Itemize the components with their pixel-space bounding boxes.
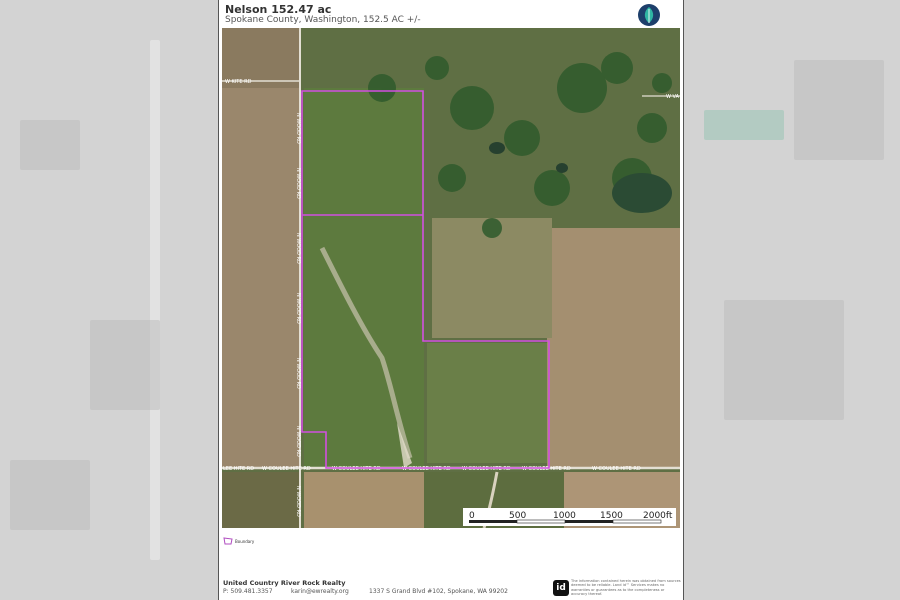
map-sheet: Nelson 152.47 ac Spokane County, Washing…: [218, 0, 684, 600]
aerial-map[interactable]: W KITE RD W VA N WOOD RD N WOOD RD N WOO…: [222, 28, 680, 528]
scale-label-500: 500: [509, 511, 526, 521]
background-right: [684, 0, 900, 600]
road-label-wood-3: N WOOD RD: [295, 233, 301, 264]
road-label-coulee-5: W COULEE HITE RD: [462, 466, 511, 472]
boundary-legend-icon: [223, 537, 233, 545]
road-label-coulee-3: W COULEE HITE RD: [332, 466, 381, 472]
road-label-coulee-1: LEE HITE RD: [223, 466, 254, 472]
road-label-coulee-4: W COULEE HITE RD: [402, 466, 451, 472]
road-label-coulee-7: W COULEE HITE RD: [592, 466, 641, 472]
road-label-coulee-2: W COULEE HITE RD: [262, 466, 311, 472]
landid-logo-icon: id: [553, 580, 569, 596]
phone-number[interactable]: P: 509.481.3357: [223, 588, 273, 595]
scale-label-1000: 1000: [553, 511, 576, 521]
scale-bar: 0 500 1000 1500 2000ft: [463, 508, 676, 526]
farmland-west: [222, 28, 300, 468]
road-label-wood-7: N WOOD RD: [295, 486, 301, 517]
farmland-east: [547, 228, 680, 468]
road-label-va: W VA: [666, 94, 680, 100]
background-left: [0, 0, 218, 600]
road-label-wood-2: N WOOD RD: [295, 168, 301, 199]
scale-label-0: 0: [469, 511, 475, 521]
pond: [612, 173, 672, 213]
scale-label-2000ft: 2000ft: [643, 511, 673, 521]
legend: Boundary: [223, 536, 254, 546]
scale-label-1500: 1500: [600, 511, 623, 521]
road-label-wood-5: N WOOD RD: [295, 358, 301, 389]
office-address: 1337 S Grand Blvd #102, Spokane, WA 9920…: [369, 588, 508, 595]
page-subtitle: Spokane County, Washington, 152.5 AC +/-: [225, 15, 421, 25]
road-label-wood-6: N WOOD RD: [295, 426, 301, 457]
disclaimer: The information contained herein was obt…: [571, 579, 681, 597]
parcel-field: [304, 88, 424, 468]
road-label-coulee-6: W COULEE HITE RD: [522, 466, 571, 472]
road-label-wood-4: N WOOD RD: [295, 293, 301, 324]
leaf-logo-icon: [638, 4, 660, 26]
company-name: United Country River Rock Realty: [223, 579, 346, 587]
road-label-kite: W KITE RD: [225, 79, 252, 85]
email-link[interactable]: karin@ewrealty.org: [291, 588, 349, 595]
legend-label: Boundary: [235, 538, 255, 544]
road-label-wood-1: N WOOD RD: [295, 113, 301, 144]
